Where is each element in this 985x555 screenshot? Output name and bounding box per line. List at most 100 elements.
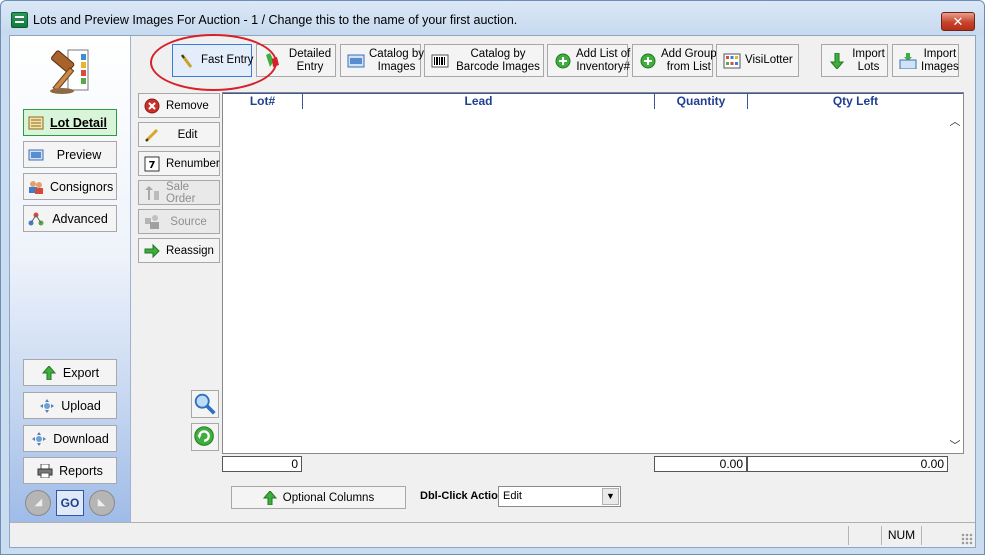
catalog-by-barcode-button[interactable]: Catalog by Barcode Images	[424, 44, 544, 77]
refresh-icon	[194, 426, 214, 446]
add-list-inventory-button[interactable]: Add List of Inventory#	[547, 44, 631, 77]
nav-consignors[interactable]: Consignors	[23, 173, 117, 200]
export-label: Export	[62, 365, 100, 380]
dbl-click-action-value: Edit	[503, 490, 522, 502]
lot-detail-icon	[28, 116, 44, 129]
catalog-by-barcode-label: Catalog by Barcode Images	[456, 47, 540, 73]
total-quantity: 0.00	[654, 456, 747, 472]
add-group-from-list-button[interactable]: Add Group from List	[632, 44, 717, 77]
remove-label: Remove	[166, 99, 209, 112]
dbl-click-action-label: Dbl-Click Action	[420, 490, 505, 502]
nav-lot-detail-label: Lot Detail	[50, 115, 107, 130]
printer-icon	[37, 463, 53, 478]
total-lot-count: 0	[222, 456, 302, 472]
export-arrow-icon	[41, 365, 57, 380]
download-icon	[32, 431, 47, 446]
next-circle-button[interactable]: ◣	[88, 490, 115, 516]
main-window: Lots and Preview Images For Auction - 1 …	[0, 0, 985, 555]
import-lots-label: Import Lots	[852, 47, 885, 73]
import-images-button[interactable]: Import Images	[892, 44, 959, 77]
nav-preview-label: Preview	[56, 147, 102, 162]
reports-label: Reports	[59, 463, 103, 478]
barcode-icon	[431, 54, 449, 67]
import-lots-button[interactable]: Import Lots	[821, 44, 888, 77]
left-nav-panel: Lot Detail Preview Consignors Advanced E…	[10, 36, 131, 522]
preview-icon	[28, 149, 44, 160]
detailed-entry-icon	[266, 52, 279, 67]
status-bar: NUM	[10, 522, 975, 547]
dbl-click-action-select[interactable]: Edit ▼	[498, 486, 621, 507]
catalog-by-images-label: Catalog by Images	[369, 47, 424, 73]
reassign-arrow-icon	[144, 243, 160, 258]
add-circle-icon	[640, 53, 656, 68]
lots-grid[interactable]: Lot# Lead Quantity Qty Left ︿ ﹀	[222, 92, 964, 454]
import-images-label: Import Images	[921, 47, 959, 73]
reports-button[interactable]: Reports	[23, 457, 117, 484]
optional-columns-button[interactable]: Optional Columns	[231, 486, 406, 509]
nav-advanced[interactable]: Advanced	[23, 205, 117, 232]
fast-entry-button[interactable]: Fast Entry	[172, 44, 254, 77]
sale-order-icon	[145, 185, 159, 200]
nav-consignors-label: Consignors	[50, 179, 114, 194]
export-button[interactable]: Export	[23, 359, 117, 386]
total-qty-left: 0.00	[747, 456, 948, 472]
remove-x-icon	[144, 98, 160, 113]
sale-order-label: Sale Order	[166, 180, 196, 205]
column-header-quantity[interactable]: Quantity	[655, 93, 748, 109]
close-button[interactable]: ✕	[941, 12, 975, 31]
scroll-down-icon[interactable]: ﹀	[949, 437, 961, 452]
resize-grip-icon[interactable]	[961, 533, 973, 545]
pencil-icon	[144, 128, 159, 142]
download-button[interactable]: Download	[23, 425, 117, 452]
reassign-button[interactable]: Reassign	[138, 238, 220, 263]
renumber-label: Renumber	[166, 157, 220, 170]
consignors-icon	[29, 180, 43, 194]
nav-lot-detail[interactable]: Lot Detail	[23, 109, 117, 136]
svg-text:7: 7	[149, 160, 156, 171]
go-button[interactable]: GO	[55, 490, 84, 516]
edit-label: Edit	[177, 128, 198, 141]
source-label: Source	[170, 215, 207, 228]
advanced-icon	[28, 212, 44, 225]
image-catalog-icon	[347, 54, 365, 67]
column-header-lead[interactable]: Lead	[303, 93, 655, 109]
add-circle-icon	[555, 53, 571, 68]
add-list-inventory-label: Add List of Inventory#	[576, 47, 631, 73]
nav-preview[interactable]: Preview	[23, 141, 117, 168]
edit-button[interactable]: Edit	[138, 122, 220, 147]
sale-order-button[interactable]: Sale Order	[138, 180, 220, 205]
magnifier-icon	[194, 393, 216, 415]
renumber-button[interactable]: 7 Renumber	[138, 151, 220, 176]
grid-header: Lot# Lead Quantity Qty Left	[223, 93, 963, 109]
add-group-from-list-label: Add Group from List	[661, 47, 717, 73]
fast-entry-label: Fast Entry	[201, 54, 254, 66]
visilotter-grid-icon	[723, 53, 741, 68]
visilotter-label: VisiLotter	[745, 54, 793, 66]
catalog-by-images-button[interactable]: Catalog by Images	[340, 44, 424, 77]
gavel-logo-icon	[50, 49, 89, 94]
upload-icon	[40, 398, 55, 413]
chevron-down-icon[interactable]: ▼	[602, 488, 619, 505]
import-images-icon	[899, 52, 917, 69]
upload-button[interactable]: Upload	[23, 392, 117, 419]
pencil-icon	[180, 53, 193, 68]
refresh-button[interactable]	[191, 423, 219, 451]
status-panel-empty	[848, 526, 881, 545]
title-bar[interactable]: Lots and Preview Images For Auction - 1 …	[1, 1, 984, 35]
visilotter-button[interactable]: VisiLotter	[716, 44, 799, 77]
remove-button[interactable]: Remove	[138, 93, 220, 118]
go-row: ◢ GO ◣	[23, 488, 117, 518]
column-header-qty-left[interactable]: Qty Left	[748, 93, 963, 109]
column-header-lot[interactable]: Lot#	[223, 93, 303, 109]
reassign-label: Reassign	[166, 244, 214, 257]
window-title: Lots and Preview Images For Auction - 1 …	[33, 13, 518, 27]
previous-circle-button[interactable]: ◢	[25, 490, 52, 516]
status-panel-empty-2	[921, 526, 961, 545]
client-area: Lot Detail Preview Consignors Advanced E…	[9, 34, 976, 548]
detailed-entry-button[interactable]: Detailed Entry	[256, 44, 336, 77]
status-num: NUM	[881, 526, 921, 545]
import-lots-icon	[829, 52, 845, 69]
zoom-search-button[interactable]	[191, 390, 219, 418]
source-button[interactable]: Source	[138, 209, 220, 234]
scroll-up-icon[interactable]: ︿	[949, 113, 961, 128]
